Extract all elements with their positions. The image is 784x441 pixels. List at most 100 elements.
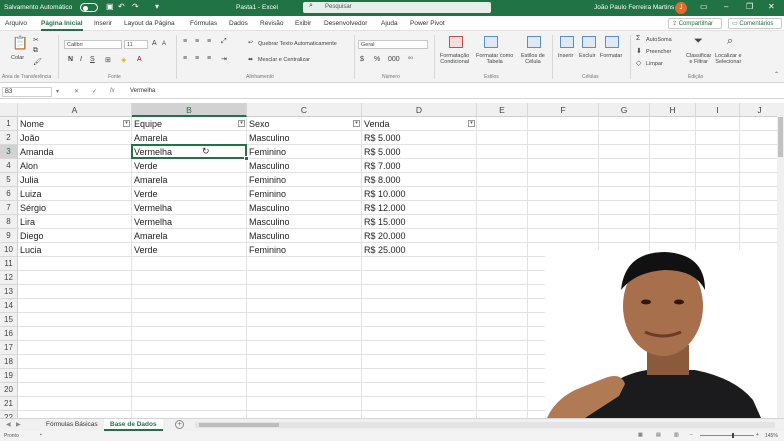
empty-cell[interactable] <box>650 117 696 131</box>
ribbon-display-icon[interactable]: ▭ <box>700 2 708 11</box>
tab-revisao[interactable]: Revisão <box>260 20 283 27</box>
filter-dropdown-icon[interactable]: ▾ <box>123 120 130 127</box>
row-header-19[interactable]: 19 <box>0 369 18 383</box>
row-header-16[interactable]: 16 <box>0 327 18 341</box>
horizontal-scroll-thumb[interactable] <box>199 423 279 427</box>
avatar[interactable]: J <box>675 2 687 14</box>
sort-filter-button[interactable]: Classificar e Filtrar <box>686 53 711 65</box>
normal-view-icon[interactable]: ▦ <box>638 432 643 438</box>
sheet-tab-base-de-dados[interactable]: Base de Dados <box>104 419 163 431</box>
prev-sheet-icon[interactable]: ◀ <box>6 421 11 428</box>
tab-formulas[interactable]: Fórmulas <box>190 20 217 27</box>
empty-cell[interactable] <box>18 341 132 355</box>
row-header-5[interactable]: 5 <box>0 173 18 187</box>
empty-cell[interactable] <box>477 299 528 313</box>
currency-icon[interactable]: $ <box>360 56 364 63</box>
tab-arquivo[interactable]: Arquivo <box>5 20 27 27</box>
row-header-12[interactable]: 12 <box>0 271 18 285</box>
empty-cell[interactable] <box>696 117 740 131</box>
paste-icon[interactable]: 📋 <box>12 35 28 51</box>
table-cell[interactable]: R$ 8.000 <box>362 173 477 187</box>
redo-icon[interactable]: ↷ <box>132 2 139 11</box>
table-cell[interactable]: R$ 5.000 <box>362 131 477 145</box>
empty-cell[interactable] <box>132 383 247 397</box>
header-cell[interactable]: Nome <box>18 117 132 131</box>
indent-icon[interactable]: ⇥ <box>221 55 227 63</box>
empty-cell[interactable] <box>696 131 740 145</box>
empty-cell[interactable] <box>18 397 132 411</box>
empty-cell[interactable] <box>132 313 247 327</box>
empty-cell[interactable] <box>477 243 528 257</box>
empty-cell[interactable] <box>247 383 362 397</box>
font-size-select[interactable]: 11 <box>124 40 148 49</box>
empty-cell[interactable] <box>362 383 477 397</box>
empty-cell[interactable] <box>247 327 362 341</box>
table-cell[interactable]: Masculino <box>247 229 362 243</box>
empty-cell[interactable] <box>362 285 477 299</box>
header-cell[interactable]: Venda <box>362 117 477 131</box>
save-icon[interactable]: ▣ <box>106 2 114 11</box>
column-header-d[interactable]: D <box>362 103 477 117</box>
empty-cell[interactable] <box>247 355 362 369</box>
empty-cell[interactable] <box>477 369 528 383</box>
empty-cell[interactable] <box>599 131 650 145</box>
column-header-b[interactable]: B <box>132 103 247 117</box>
empty-cell[interactable] <box>247 369 362 383</box>
function-icon[interactable]: fx <box>110 88 115 94</box>
sort-filter-icon[interactable]: ⏷ <box>694 35 703 48</box>
sheet-tab-formulas-basicas[interactable]: Fórmulas Básicas <box>40 419 104 431</box>
empty-cell[interactable] <box>599 117 650 131</box>
empty-cell[interactable] <box>599 201 650 215</box>
table-cell[interactable]: R$ 20.000 <box>362 229 477 243</box>
cut-icon[interactable]: ✂ <box>33 36 39 44</box>
empty-cell[interactable] <box>650 187 696 201</box>
row-header-21[interactable]: 21 <box>0 397 18 411</box>
filter-dropdown-icon[interactable]: ▾ <box>353 120 360 127</box>
empty-cell[interactable] <box>132 369 247 383</box>
tab-pagina-inicial[interactable]: Página Inicial <box>41 20 83 31</box>
paste-label[interactable]: Colar <box>11 55 24 61</box>
page-layout-view-icon[interactable]: ▤ <box>656 432 661 438</box>
row-header-8[interactable]: 8 <box>0 215 18 229</box>
table-cell[interactable]: R$ 10.000 <box>362 187 477 201</box>
empty-cell[interactable] <box>599 145 650 159</box>
empty-cell[interactable] <box>528 117 599 131</box>
header-cell[interactable]: Equipe <box>132 117 247 131</box>
empty-cell[interactable] <box>740 145 780 159</box>
tab-power-pivot[interactable]: Power Pivot <box>410 20 445 27</box>
empty-cell[interactable] <box>696 215 740 229</box>
table-cell[interactable]: Julia <box>18 173 132 187</box>
empty-cell[interactable] <box>18 327 132 341</box>
merge-center-button[interactable]: Mesclar e Centralizar <box>258 57 310 63</box>
collapse-ribbon-icon[interactable]: ⌃ <box>774 71 779 78</box>
table-cell[interactable]: Feminino <box>247 173 362 187</box>
empty-cell[interactable] <box>247 397 362 411</box>
formula-input[interactable]: Vermelha <box>130 88 155 94</box>
table-cell[interactable]: R$ 7.000 <box>362 159 477 173</box>
table-cell[interactable]: R$ 12.000 <box>362 201 477 215</box>
empty-cell[interactable] <box>362 271 477 285</box>
table-cell[interactable]: Vermelha <box>132 215 247 229</box>
macro-record-icon[interactable]: ▪ <box>40 432 42 438</box>
table-cell[interactable]: Amarela <box>132 173 247 187</box>
percent-icon[interactable]: % <box>374 56 380 63</box>
row-header-6[interactable]: 6 <box>0 187 18 201</box>
autosum-button[interactable]: AutoSoma <box>646 37 672 43</box>
empty-cell[interactable] <box>599 173 650 187</box>
table-cell[interactable]: Sérgio <box>18 201 132 215</box>
empty-cell[interactable] <box>18 299 132 313</box>
empty-cell[interactable] <box>247 271 362 285</box>
tab-exibir[interactable]: Exibir <box>295 20 311 27</box>
row-header-7[interactable]: 7 <box>0 201 18 215</box>
empty-cell[interactable] <box>132 397 247 411</box>
table-cell[interactable]: Lira <box>18 215 132 229</box>
undo-icon[interactable]: ↶ <box>118 2 125 11</box>
merge-icon[interactable]: ⬌ <box>248 56 253 63</box>
format-button[interactable]: Formatar <box>600 53 622 59</box>
empty-cell[interactable] <box>477 187 528 201</box>
empty-cell[interactable] <box>477 145 528 159</box>
table-cell[interactable]: Amanda <box>18 145 132 159</box>
empty-cell[interactable] <box>599 159 650 173</box>
empty-cell[interactable] <box>362 369 477 383</box>
grow-font-icon[interactable]: A <box>152 40 157 47</box>
